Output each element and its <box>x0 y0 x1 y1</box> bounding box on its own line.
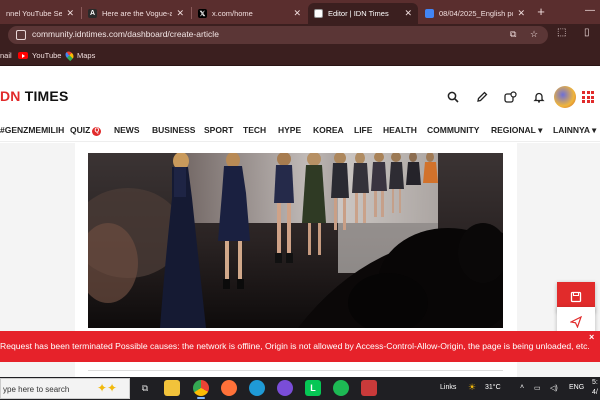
quiz-badge: Q <box>92 127 102 136</box>
bookmark-label: YouTube <box>32 51 62 60</box>
bookmark-maps[interactable]: Maps <box>63 49 96 62</box>
url-text[interactable]: community.idntimes.com/dashboard/create-… <box>32 29 219 39</box>
tab-title: x.com/home <box>212 9 253 18</box>
copilot-sparkle-icon[interactable]: ✦✦ <box>97 381 117 395</box>
install-app-icon[interactable]: ⧉ <box>510 29 516 40</box>
nav-health[interactable]: HEALTH <box>383 125 417 135</box>
tab-title: 08/04/2025_English pod <box>439 9 514 18</box>
links-toolbar[interactable]: Links <box>440 384 456 391</box>
tab-vogue[interactable]: A Here are the Vogue-app ✕ <box>82 3 190 24</box>
tab-title: nnel YouTube Sepu <box>6 9 63 18</box>
search-icon[interactable] <box>446 91 460 105</box>
bookmark-gmail[interactable]: nail <box>0 51 12 60</box>
close-icon[interactable]: ✕ <box>176 8 184 19</box>
error-message: Request has been terminated Possible cau… <box>0 341 590 351</box>
bookmark-label: Maps <box>77 51 96 60</box>
community-icon[interactable] <box>503 91 517 105</box>
nav-genzmemilih[interactable]: #GENZMEMILIH <box>0 125 64 135</box>
volume-icon[interactable]: ◁) <box>550 384 558 392</box>
youtube-icon <box>18 52 28 59</box>
nav-regional[interactable]: REGIONAL ▾ <box>491 125 542 136</box>
avatar[interactable] <box>554 86 576 108</box>
edge-icon[interactable] <box>249 380 265 396</box>
bookmarks-bar: nail YouTube Maps <box>0 46 600 66</box>
chrome-icon[interactable] <box>193 380 209 399</box>
nav-korea[interactable]: KOREA <box>313 125 344 135</box>
tab-title: Editor | IDN Times <box>328 9 389 18</box>
minimize-icon[interactable]: — <box>582 2 598 20</box>
bell-icon[interactable] <box>532 91 546 105</box>
idn-icon <box>314 9 323 18</box>
address-bar-row: community.idntimes.com/dashboard/create-… <box>0 24 600 46</box>
nav-business[interactable]: BUSINESS <box>152 125 195 135</box>
maps-icon <box>63 49 76 62</box>
nav-life[interactable]: LIFE <box>354 125 372 135</box>
task-view-icon[interactable]: ⧉ <box>137 380 153 396</box>
messenger-icon[interactable] <box>277 380 293 396</box>
nav-news[interactable]: NEWS <box>114 125 140 135</box>
bookmark-label: nail <box>0 51 12 60</box>
close-icon[interactable]: ✕ <box>66 8 74 19</box>
file-explorer-icon[interactable] <box>164 380 180 396</box>
close-icon[interactable]: ✕ <box>293 8 301 19</box>
bookmark-youtube[interactable]: YouTube <box>18 51 61 60</box>
nav-hype[interactable]: HYPE <box>278 125 301 135</box>
bookmark-star-icon[interactable]: ☆ <box>530 29 538 40</box>
search-placeholder: ype here to search <box>3 385 70 394</box>
pencil-icon[interactable] <box>475 91 489 105</box>
nav-label: QUIZ <box>70 125 91 135</box>
browser-tab-strip: nnel YouTube Sepu ✕ A Here are the Vogue… <box>0 0 600 24</box>
nav-tech[interactable]: TECH <box>243 125 266 135</box>
nav-community[interactable]: COMMUNITY <box>427 125 479 135</box>
new-tab-button[interactable]: + <box>533 3 549 21</box>
network-icon[interactable]: ▭ <box>534 384 541 392</box>
nav-lainnya[interactable]: LAINNYA ▾ <box>553 125 596 136</box>
language-indicator[interactable]: ENG <box>569 384 584 391</box>
category-nav: #GENZMEMILIH QUIZ Q NEWS BUSINESS SPORT T… <box>0 118 600 142</box>
line-icon[interactable]: L <box>305 380 321 396</box>
clock-date[interactable]: 4/ <box>592 389 598 396</box>
idn-times-logo[interactable]: DN TIMES <box>0 88 69 104</box>
site-info-icon[interactable] <box>16 30 26 40</box>
x-icon: 𝕏 <box>198 9 207 18</box>
firefox-icon[interactable] <box>221 380 237 396</box>
logo-suffix: TIMES <box>24 88 69 104</box>
close-icon[interactable]: ✕ <box>517 8 525 19</box>
sidebar-icon[interactable]: ▯ <box>584 27 590 38</box>
vogue-icon: A <box>88 9 97 18</box>
weather-icon[interactable]: ☀ <box>468 382 476 393</box>
tab-docs[interactable]: 08/04/2025_English pod ✕ <box>419 3 531 24</box>
omnibox[interactable]: community.idntimes.com/dashboard/create-… <box>8 26 548 44</box>
tray-chevron-icon[interactable]: ˄ <box>520 384 524 391</box>
taskbar-search[interactable]: ype here to search ✦✦ <box>0 378 130 399</box>
extensions-icon[interactable]: ⬚ <box>557 27 566 38</box>
spotify-icon[interactable] <box>333 380 349 396</box>
nav-quiz[interactable]: QUIZ Q <box>70 125 102 136</box>
close-icon[interactable]: ✕ <box>404 8 412 19</box>
error-toast: Request has been terminated Possible cau… <box>0 331 600 362</box>
send-icon <box>570 316 582 328</box>
logo-prefix: DN <box>0 88 21 104</box>
tab-youtube[interactable]: nnel YouTube Sepu ✕ <box>0 3 80 24</box>
app-icon[interactable] <box>361 380 377 396</box>
windows-taskbar: ype here to search ✦✦ ⧉ L Links ☀ 31°C ˄… <box>0 377 600 400</box>
close-error-button[interactable]: × <box>589 332 594 342</box>
apps-grid-icon[interactable] <box>582 91 594 103</box>
screen: nnel YouTube Sepu ✕ A Here are the Vogue… <box>0 0 600 400</box>
tab-x[interactable]: 𝕏 x.com/home ✕ <box>192 3 307 24</box>
clock-time[interactable]: 5: <box>592 379 598 386</box>
nav-sport[interactable]: SPORT <box>204 125 233 135</box>
tab-title: Here are the Vogue-app <box>102 9 173 18</box>
save-icon <box>570 291 582 303</box>
docs-icon <box>425 9 434 18</box>
article-cover-image[interactable] <box>88 153 503 328</box>
temperature[interactable]: 31°C <box>485 384 501 391</box>
tab-idn-editor[interactable]: Editor | IDN Times ✕ <box>308 3 418 24</box>
